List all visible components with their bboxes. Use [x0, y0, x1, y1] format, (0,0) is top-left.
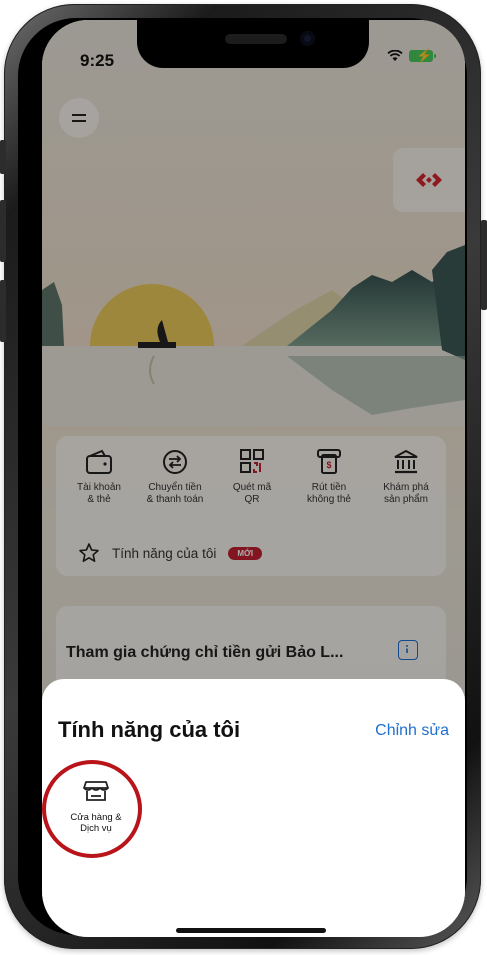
mute-switch — [0, 140, 6, 174]
sheet-title: Tính năng của tôi — [58, 717, 241, 742]
volume-down-button — [0, 280, 6, 342]
home-indicator[interactable] — [176, 928, 326, 933]
edit-button[interactable]: Chỉnh sửa — [375, 722, 449, 740]
volume-up-button — [0, 200, 6, 262]
highlight-circle-annotation — [42, 760, 142, 858]
power-button — [481, 220, 487, 310]
